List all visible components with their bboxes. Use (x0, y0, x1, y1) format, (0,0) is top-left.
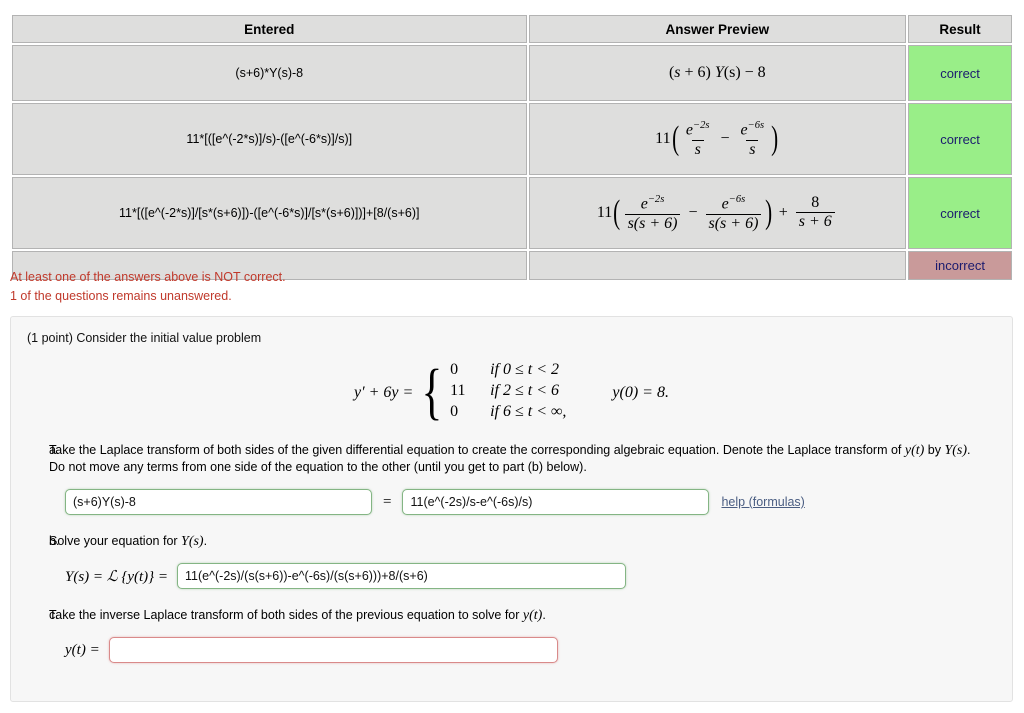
part-a-left-input[interactable] (65, 489, 372, 515)
part-a-label: a. (49, 443, 60, 457)
problem-part-a: a. Take the Laplace transform of both si… (27, 442, 996, 476)
part-b-text-1: Solve your equation for (49, 534, 182, 548)
math-y-of-t: y(t) (904, 443, 925, 458)
math-Y-of-s: Y(s) (181, 534, 204, 549)
part-c-input[interactable] (108, 637, 558, 663)
piecewise-equation: y′ + 6y = { 0 if 0 ≤ t < 2 11 if 2 ≤ t <… (354, 361, 669, 424)
case-condition: if 2 ≤ t < 6 (490, 382, 559, 399)
left-brace-icon: { (421, 358, 443, 427)
problem-intro: (1 point) Consider the initial value pro… (27, 331, 262, 345)
part-a-text-2: by (924, 443, 945, 457)
entered-answer-1: (s+6)*Y(s)-8 (12, 45, 527, 101)
math-y-of-t: y(t) (522, 608, 543, 623)
part-a-answer-row: = help (formulas) (27, 489, 996, 515)
entered-answer-3: 11*[([e^(-2*s)]/[s*(s+6)])-([e^(-6*s)]/[… (12, 177, 527, 249)
part-c-answer-row: y(t) = (27, 637, 996, 663)
piecewise-cases: 0 if 0 ≤ t < 2 11 if 2 ≤ t < 6 0 if 6 ≤ … (450, 361, 566, 424)
part-c-label: c. (49, 608, 59, 622)
initial-value-problem-equation: y′ + 6y = { 0 if 0 ≤ t < 2 11 if 2 ≤ t <… (27, 361, 996, 424)
result-badge: correct (908, 177, 1012, 249)
page-root: Entered Answer Preview Result (s+6)*Y(s)… (0, 0, 1024, 713)
part-a-text-1: Take the Laplace transform of both sides… (49, 443, 905, 457)
result-badge: incorrect (908, 251, 1012, 280)
table-row: 11*[([e^(-2*s)]/[s*(s+6)])-([e^(-6*s)]/[… (12, 177, 1012, 249)
answer-preview-2: 11 ( e−2s s − e−6s s ) (528, 103, 907, 175)
answer-preview-3: 11 ( e−2s s(s + 6) − e−6s s(s + 6) ) + 8… (528, 177, 907, 249)
problem-part-c: c. Take the inverse Laplace transform of… (27, 607, 996, 624)
part-b-answer-row: Y(s) = ℒ {y(t)} = (27, 563, 996, 589)
problem-part-b: b. Solve your equation for Y(s). (27, 533, 996, 550)
case-value: 0 (450, 403, 459, 420)
entered-answer-2: 11*[([e^(-2*s)]/s)-([e^(-6*s)]/s)] (12, 103, 527, 175)
warning-messages: At least one of the answers above is NOT… (10, 268, 286, 306)
answer-preview-4 (528, 251, 907, 280)
math-expression: (s + 6) Y(s) − 8 (668, 64, 766, 81)
case-row: 0 if 0 ≤ t < 2 (450, 361, 566, 382)
case-condition: if 0 ≤ t < 2 (490, 361, 559, 378)
math-expression: 11 ( e−2s s(s + 6) − e−6s s(s + 6) ) + 8… (597, 194, 838, 233)
table-header-row: Entered Answer Preview Result (12, 15, 1012, 43)
part-b-text: Solve your equation for Y(s). (49, 533, 996, 550)
part-b-input[interactable] (177, 563, 627, 589)
part-a-right-input[interactable] (402, 489, 710, 515)
part-b-text-2: . (203, 534, 208, 548)
equals-sign: = (383, 493, 392, 510)
case-row: 11 if 2 ≤ t < 6 (450, 382, 566, 403)
equation-lhs: y′ + 6y = (354, 383, 414, 401)
part-c-text-1: Take the inverse Laplace transform of bo… (49, 608, 523, 622)
case-value: 0 (450, 361, 459, 378)
part-c-text-2: . (542, 608, 546, 622)
problem-panel: (1 point) Consider the initial value pro… (10, 316, 1013, 702)
result-badge: correct (908, 103, 1012, 175)
math-expression: 11 ( e−2s s − e−6s s ) (655, 119, 779, 158)
part-b-label: b. (49, 534, 60, 548)
result-badge: correct (908, 45, 1012, 101)
case-value: 11 (450, 382, 466, 399)
table-row: (s+6)*Y(s)-8 (s + 6) Y(s) − 8 correct (12, 45, 1012, 101)
warning-not-correct: At least one of the answers above is NOT… (10, 270, 286, 284)
initial-condition: y(0) = 8. (612, 383, 669, 401)
warning-unanswered: 1 of the questions remains unanswered. (10, 289, 232, 303)
column-header-entered: Entered (12, 15, 527, 43)
table-row: 11*[([e^(-2*s)]/s)-([e^(-6*s)]/s)] 11 ( … (12, 103, 1012, 175)
column-header-result: Result (908, 15, 1012, 43)
part-b-lhs-label: Y(s) = ℒ {y(t)} = (65, 568, 169, 585)
answer-preview-1: (s + 6) Y(s) − 8 (528, 45, 907, 101)
math-Y-of-s: Y(s) (944, 443, 968, 458)
case-condition: if 6 ≤ t < ∞, (490, 403, 567, 420)
help-formulas-link[interactable]: help (formulas) (721, 495, 804, 509)
column-header-answer-preview: Answer Preview (528, 15, 907, 43)
part-a-text: Take the Laplace transform of both sides… (49, 442, 996, 476)
results-table: Entered Answer Preview Result (s+6)*Y(s)… (10, 13, 1014, 282)
part-c-text: Take the inverse Laplace transform of bo… (49, 607, 996, 624)
part-c-lhs-label: y(t) = (65, 641, 100, 658)
case-row: 0 if 6 ≤ t < ∞, (450, 403, 566, 424)
